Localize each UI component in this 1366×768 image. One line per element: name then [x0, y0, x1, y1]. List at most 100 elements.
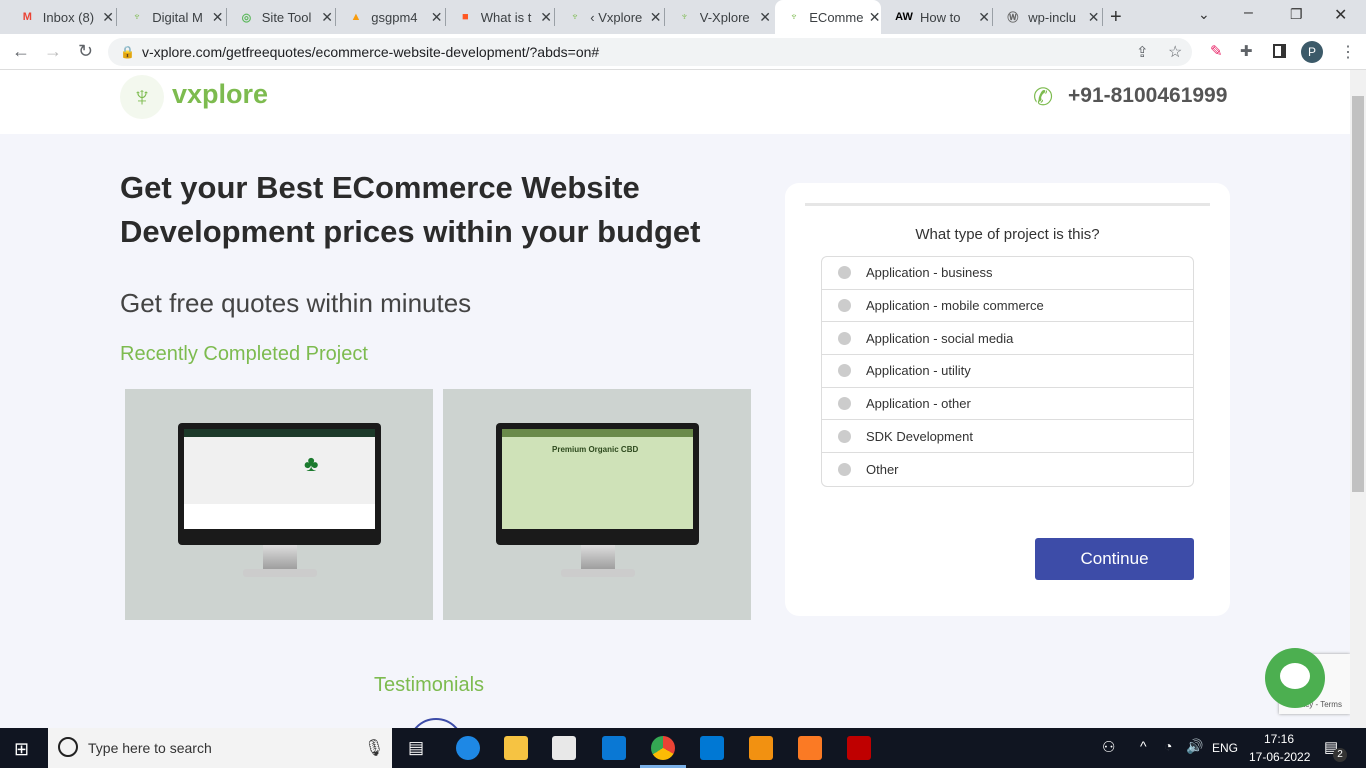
file-explorer-icon[interactable]	[504, 736, 528, 760]
radio-button[interactable]	[838, 299, 851, 313]
radio-button[interactable]	[838, 462, 851, 476]
radio-button[interactable]	[838, 266, 851, 280]
menu-icon[interactable]: ⋮	[1340, 42, 1356, 62]
project-type-option[interactable]: Other	[822, 453, 1193, 486]
page-title: Get your Best ECommerce Website Developm…	[120, 170, 701, 249]
chat-button[interactable]	[1265, 648, 1325, 708]
close-tab-icon[interactable]: ✕	[431, 9, 443, 26]
close-tab-icon[interactable]: ✕	[212, 9, 224, 26]
project-type-option[interactable]: SDK Development	[822, 420, 1193, 454]
testimonial-avatar	[408, 718, 464, 728]
edge-icon[interactable]	[456, 736, 480, 760]
taskbar-search[interactable]: Type here to search	[48, 728, 392, 768]
wifi-icon[interactable]: ◔	[1164, 738, 1172, 754]
tab[interactable]: ◎ Site Tool ✕	[227, 0, 333, 34]
close-tab-icon[interactable]: ✕	[102, 9, 114, 26]
close-tab-icon[interactable]: ✕	[869, 9, 881, 26]
project-image-1[interactable]: ♣	[125, 389, 433, 620]
profile-avatar[interactable]: P	[1301, 41, 1323, 63]
microphone-icon[interactable]: 🎙	[364, 738, 384, 758]
new-tab-button[interactable]: +	[1110, 6, 1122, 29]
continue-button[interactable]: Continue	[1035, 538, 1194, 580]
close-tab-icon[interactable]: ✕	[759, 9, 771, 26]
url-text[interactable]: v-xplore.com/getfreequotes/ecommerce-web…	[142, 44, 599, 60]
tab-title: Site Tool	[261, 9, 312, 25]
radio-button[interactable]	[838, 429, 851, 443]
form-question: What type of project is this?	[915, 226, 1100, 243]
gmail-icon: M	[22, 11, 32, 23]
windows-start-icon[interactable]: ⊞	[14, 739, 29, 760]
tab[interactable]: AW How to ✕	[884, 0, 990, 34]
close-tab-icon[interactable]: ✕	[540, 9, 552, 26]
close-tab-icon[interactable]: ✕	[1088, 9, 1100, 26]
close-window-button[interactable]: ✕	[1334, 5, 1347, 25]
minimize-button[interactable]: –	[1244, 4, 1253, 22]
scrollbar-thumb[interactable]	[1352, 96, 1364, 492]
vxplore-logo-icon[interactable]: ♆	[120, 75, 164, 119]
close-tab-icon[interactable]: ✕	[321, 9, 333, 26]
xampp-icon[interactable]	[798, 736, 822, 760]
people-icon[interactable]: ⚇	[1102, 738, 1115, 756]
radio-button[interactable]	[838, 331, 851, 345]
tab[interactable]: ♆ ‹ Vxplore ✕	[556, 0, 662, 34]
web-page: ♆ vxplore ✆ +91-8100461999 Get your Best…	[0, 70, 1350, 728]
vxplore-icon: ♆	[132, 11, 141, 23]
tab[interactable]: Ⓦwp-inclu ✕	[994, 0, 1100, 34]
store-icon[interactable]	[552, 736, 576, 760]
forward-icon[interactable]: →	[44, 41, 62, 62]
radio-button[interactable]	[838, 397, 851, 411]
notification-count: 2	[1333, 748, 1347, 762]
tab[interactable]: ♆ V-Xplore ✕	[665, 0, 771, 34]
recent-projects-heading: Recently Completed Project	[120, 343, 368, 365]
bookmark-star-icon[interactable]: ☆	[1168, 42, 1182, 62]
project-type-option[interactable]: Application - social media	[822, 322, 1193, 356]
option-label: Other	[866, 461, 899, 477]
side-panel-icon[interactable]	[1273, 44, 1286, 58]
volume-icon[interactable]: 🔊	[1186, 738, 1203, 755]
subtitle: Get free quotes within minutes	[120, 288, 472, 318]
task-view-icon[interactable]: ▤	[408, 738, 424, 758]
tab[interactable]: ■ What is t ✕	[446, 0, 552, 34]
vxplore-icon: ♆	[570, 11, 579, 23]
phpmyadmin-icon: ▲	[350, 11, 362, 23]
color-picker-extension-icon[interactable]: ✎	[1210, 42, 1223, 60]
filezilla-icon[interactable]	[847, 736, 871, 760]
share-icon[interactable]: ⇪	[1136, 43, 1149, 61]
tab[interactable]: ♆ EComme ✕	[774, 0, 881, 34]
reload-icon[interactable]: ↻	[78, 41, 93, 62]
phone-number[interactable]: +91-8100461999	[1068, 84, 1227, 108]
tab[interactable]: ♆ Digital M ✕	[118, 0, 224, 34]
clock-date[interactable]: 17-06-2022	[1249, 750, 1310, 764]
project-type-option[interactable]: Application - utility	[822, 355, 1193, 388]
close-tab-icon[interactable]: ✕	[650, 9, 662, 26]
radio-button[interactable]	[838, 364, 851, 378]
vscode-icon[interactable]	[700, 736, 724, 760]
restore-button[interactable]: ❐	[1290, 6, 1303, 23]
tab-title: Digital M	[152, 9, 203, 25]
project-type-option[interactable]: Application - mobile commerce	[822, 290, 1193, 323]
language-indicator[interactable]: ENG	[1212, 741, 1238, 755]
close-tab-icon[interactable]: ✕	[978, 9, 990, 26]
project-type-option[interactable]: Application - business	[822, 257, 1193, 290]
tab[interactable]: ▲ gsgpm4 ✕	[337, 0, 443, 34]
extensions-icon[interactable]: ✚	[1240, 42, 1253, 60]
back-icon[interactable]: ←	[12, 41, 30, 62]
project-image-2[interactable]: Premium Organic CBD	[443, 389, 751, 620]
tab-search-icon[interactable]: ⌄	[1198, 6, 1210, 23]
tab-title: Inbox (8)	[42, 9, 95, 25]
mail-icon[interactable]	[602, 736, 626, 760]
logo-text[interactable]: vxplore	[172, 79, 268, 110]
clock-time[interactable]: 17:16	[1264, 732, 1294, 746]
sublime-icon[interactable]	[749, 736, 773, 760]
tab-title: wp-inclu	[1028, 9, 1076, 25]
sitetool-icon: ◎	[241, 11, 252, 24]
search-placeholder: Type here to search	[88, 740, 212, 756]
project-type-option[interactable]: Application - other	[822, 388, 1193, 421]
chrome-icon[interactable]	[651, 736, 675, 760]
aw-icon: AW	[895, 11, 913, 23]
tab[interactable]: M Inbox (8) ✕	[8, 0, 114, 34]
wordpress-icon: Ⓦ	[1007, 12, 1019, 24]
tab-separator	[1101, 8, 1103, 26]
option-label: Application - business	[866, 265, 993, 281]
show-hidden-icons[interactable]: ^	[1140, 738, 1147, 754]
